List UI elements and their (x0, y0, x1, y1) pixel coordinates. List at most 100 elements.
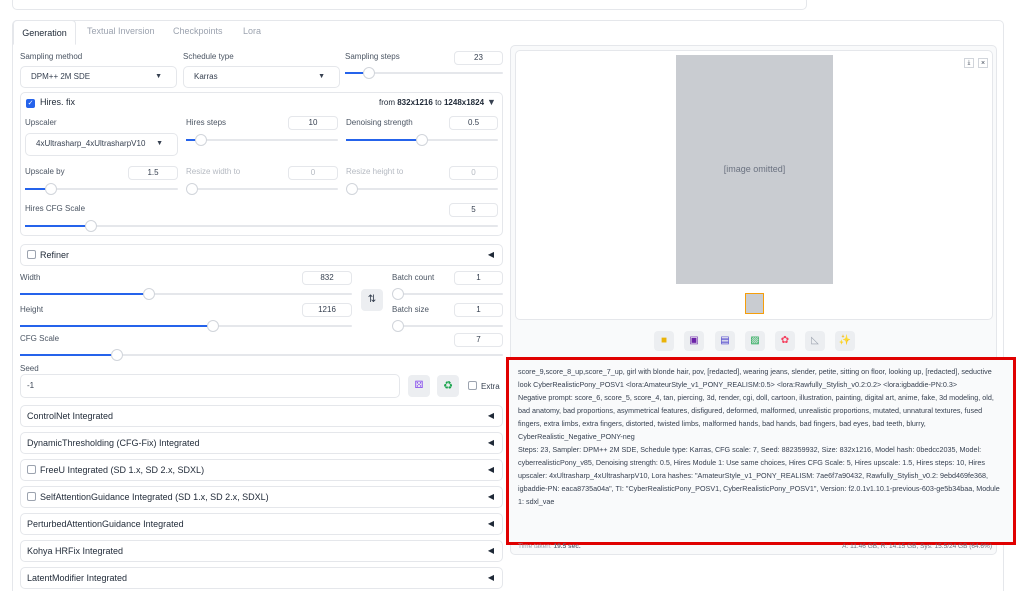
slider-handle[interactable] (110, 349, 123, 361)
sampling-method-value: DPM++ 2M SDE (31, 72, 91, 81)
height-label: Height (20, 305, 44, 314)
refiner-checkbox[interactable] (27, 250, 36, 259)
gallery-thumbnail[interactable] (745, 293, 764, 314)
sparkle-icon[interactable]: ✨ (835, 331, 855, 351)
upscale-by-label: Upscale by (25, 167, 65, 176)
random-seed-button[interactable]: ⚄ (408, 375, 430, 397)
upscaler-select[interactable]: 4xUltrasharp_4xUltrasharpV10 ▼ (25, 133, 178, 156)
slider-fill (25, 225, 92, 227)
batch-count-input[interactable]: 1 (454, 271, 503, 285)
info-negative-prompt: Negative prompt: score_6, score_5, score… (518, 393, 994, 428)
width-label: Width (20, 273, 41, 282)
tab-lora[interactable]: Lora (243, 26, 261, 36)
accordion-self-attention-guidance[interactable]: SelfAttentionGuidance Integrated (SD 1.x… (20, 486, 503, 508)
batch-size-slider[interactable] (392, 320, 503, 332)
cfg-scale-input[interactable]: 7 (454, 333, 503, 347)
generated-image[interactable]: [image omitted] (676, 55, 833, 284)
collapse-icon[interactable]: ▼ (487, 97, 496, 107)
hires-cfg-slider[interactable] (25, 220, 498, 232)
schedule-type-label: Schedule type (183, 52, 234, 61)
vram-usage: A: 11.46 GB, R: 14.15 GB, Sys: 15.5/24 G… (842, 543, 992, 550)
accordion-controlnet[interactable]: ControlNet Integrated ◀ (20, 405, 503, 427)
accordion-perturbed-attention[interactable]: PerturbedAttentionGuidance Integrated ◀ (20, 513, 503, 535)
image-icon[interactable]: ▨ (745, 331, 765, 351)
hires-cfg-input[interactable]: 5 (449, 203, 498, 217)
time-taken: Time taken: 19.5 sec. (518, 543, 581, 550)
tab-textual-inversion[interactable]: Textual Inversion (87, 26, 155, 36)
expand-icon: ◀ (487, 250, 494, 259)
hires-fix-label: Hires. fix (40, 97, 76, 107)
info-negative-embedding: CyberRealistic_Negative_PONY-neg (518, 432, 635, 441)
chevron-down-icon: ▼ (318, 73, 325, 80)
chevron-down-icon: ▼ (155, 73, 162, 80)
freeu-checkbox[interactable] (27, 465, 36, 474)
accordion-kohya-hrfix[interactable]: Kohya HRFix Integrated ◀ (20, 540, 503, 562)
download-icon[interactable]: ⤓ (964, 58, 974, 68)
denoising-strength-slider[interactable] (346, 134, 498, 146)
hires-fix-checkbox[interactable]: ✓ (26, 99, 35, 108)
accordion-latent-modifier[interactable]: LatentModifier Integrated ◀ (20, 567, 503, 589)
batch-count-slider[interactable] (392, 288, 503, 300)
slider-fill (20, 354, 117, 356)
accordion-dynamic-thresholding[interactable]: DynamicThresholding (CFG-Fix) Integrated… (20, 432, 503, 454)
ruler-icon[interactable]: ◺ (805, 331, 825, 351)
height-slider[interactable] (20, 320, 352, 332)
chevron-down-icon: ▼ (156, 140, 163, 147)
cfg-scale-slider[interactable] (20, 349, 503, 361)
info-prompt: score_9,score_8_up,score_7_up, girl with… (518, 367, 992, 389)
denoising-strength-input[interactable]: 0.5 (449, 116, 498, 130)
hires-size-summary: from 832x1216 to 1248x1824 (379, 98, 485, 107)
tab-generation[interactable]: Generation (13, 20, 76, 45)
slider-handle[interactable] (206, 320, 219, 332)
slider-fill (346, 139, 422, 141)
reuse-seed-button[interactable]: ♻ (437, 375, 459, 397)
hires-steps-slider[interactable] (186, 134, 338, 146)
sampling-steps-input[interactable]: 23 (454, 51, 503, 65)
upscale-by-slider[interactable] (25, 183, 178, 195)
slider-handle[interactable] (45, 183, 57, 195)
seed-input[interactable]: -1 (20, 374, 400, 398)
hires-steps-label: Hires steps (186, 118, 227, 127)
upscaler-label: Upscaler (25, 118, 57, 127)
schedule-type-select[interactable]: Karras ▼ (183, 66, 340, 88)
slider-handle[interactable] (416, 134, 428, 146)
extra-seed-checkbox[interactable]: Extra (468, 381, 500, 391)
sampling-steps-label: Sampling steps (345, 52, 400, 61)
sampling-steps-slider[interactable] (345, 67, 503, 79)
tab-checkpoints[interactable]: Checkpoints (173, 26, 223, 36)
resize-height-slider[interactable] (346, 183, 498, 195)
batch-size-label: Batch size (392, 305, 429, 314)
upscaler-value: 4xUltrasharp_4xUltrasharpV10 (36, 139, 146, 148)
close-icon[interactable]: × (978, 58, 988, 68)
height-input[interactable]: 1216 (302, 303, 352, 317)
resize-width-slider[interactable] (186, 183, 338, 195)
save-icon[interactable]: ▣ (684, 331, 704, 351)
sag-checkbox[interactable] (27, 492, 36, 501)
generation-info: score_9,score_8_up,score_7_up, girl with… (506, 357, 1016, 545)
refiner-accordion[interactable]: Refiner ◀ (20, 244, 503, 266)
accordion-freeu[interactable]: FreeU Integrated (SD 1.x, SD 2.x, SDXL) ◀ (20, 459, 503, 481)
info-parameters: Steps: 23, Sampler: DPM++ 2M SDE, Schedu… (518, 445, 1000, 506)
folder-icon[interactable]: ■ (654, 331, 674, 351)
width-input[interactable]: 832 (302, 271, 352, 285)
resize-width-input[interactable]: 0 (288, 166, 338, 180)
hires-steps-input[interactable]: 10 (288, 116, 338, 130)
upscale-by-input[interactable]: 1.5 (128, 166, 178, 180)
batch-count-label: Batch count (392, 273, 435, 282)
batch-size-input[interactable]: 1 (454, 303, 503, 317)
cfg-scale-label: CFG Scale (20, 334, 60, 343)
sampling-method-label: Sampling method (20, 52, 83, 61)
slider-handle[interactable] (362, 67, 375, 79)
seed-label: Seed (20, 364, 39, 373)
prompt-textarea[interactable] (12, 0, 807, 10)
hires-cfg-label: Hires CFG Scale (25, 204, 86, 213)
sampling-method-select[interactable]: DPM++ 2M SDE ▼ (20, 66, 177, 88)
resize-height-input[interactable]: 0 (449, 166, 498, 180)
resize-height-label: Resize height to (346, 167, 404, 176)
palette-icon[interactable]: ✿ (775, 331, 795, 351)
width-slider[interactable] (20, 288, 352, 300)
schedule-type-value: Karras (194, 72, 218, 81)
denoising-strength-label: Denoising strength (346, 118, 413, 127)
zip-icon[interactable]: ▤ (715, 331, 735, 351)
swap-dimensions-button[interactable]: ⇅ (361, 289, 383, 311)
